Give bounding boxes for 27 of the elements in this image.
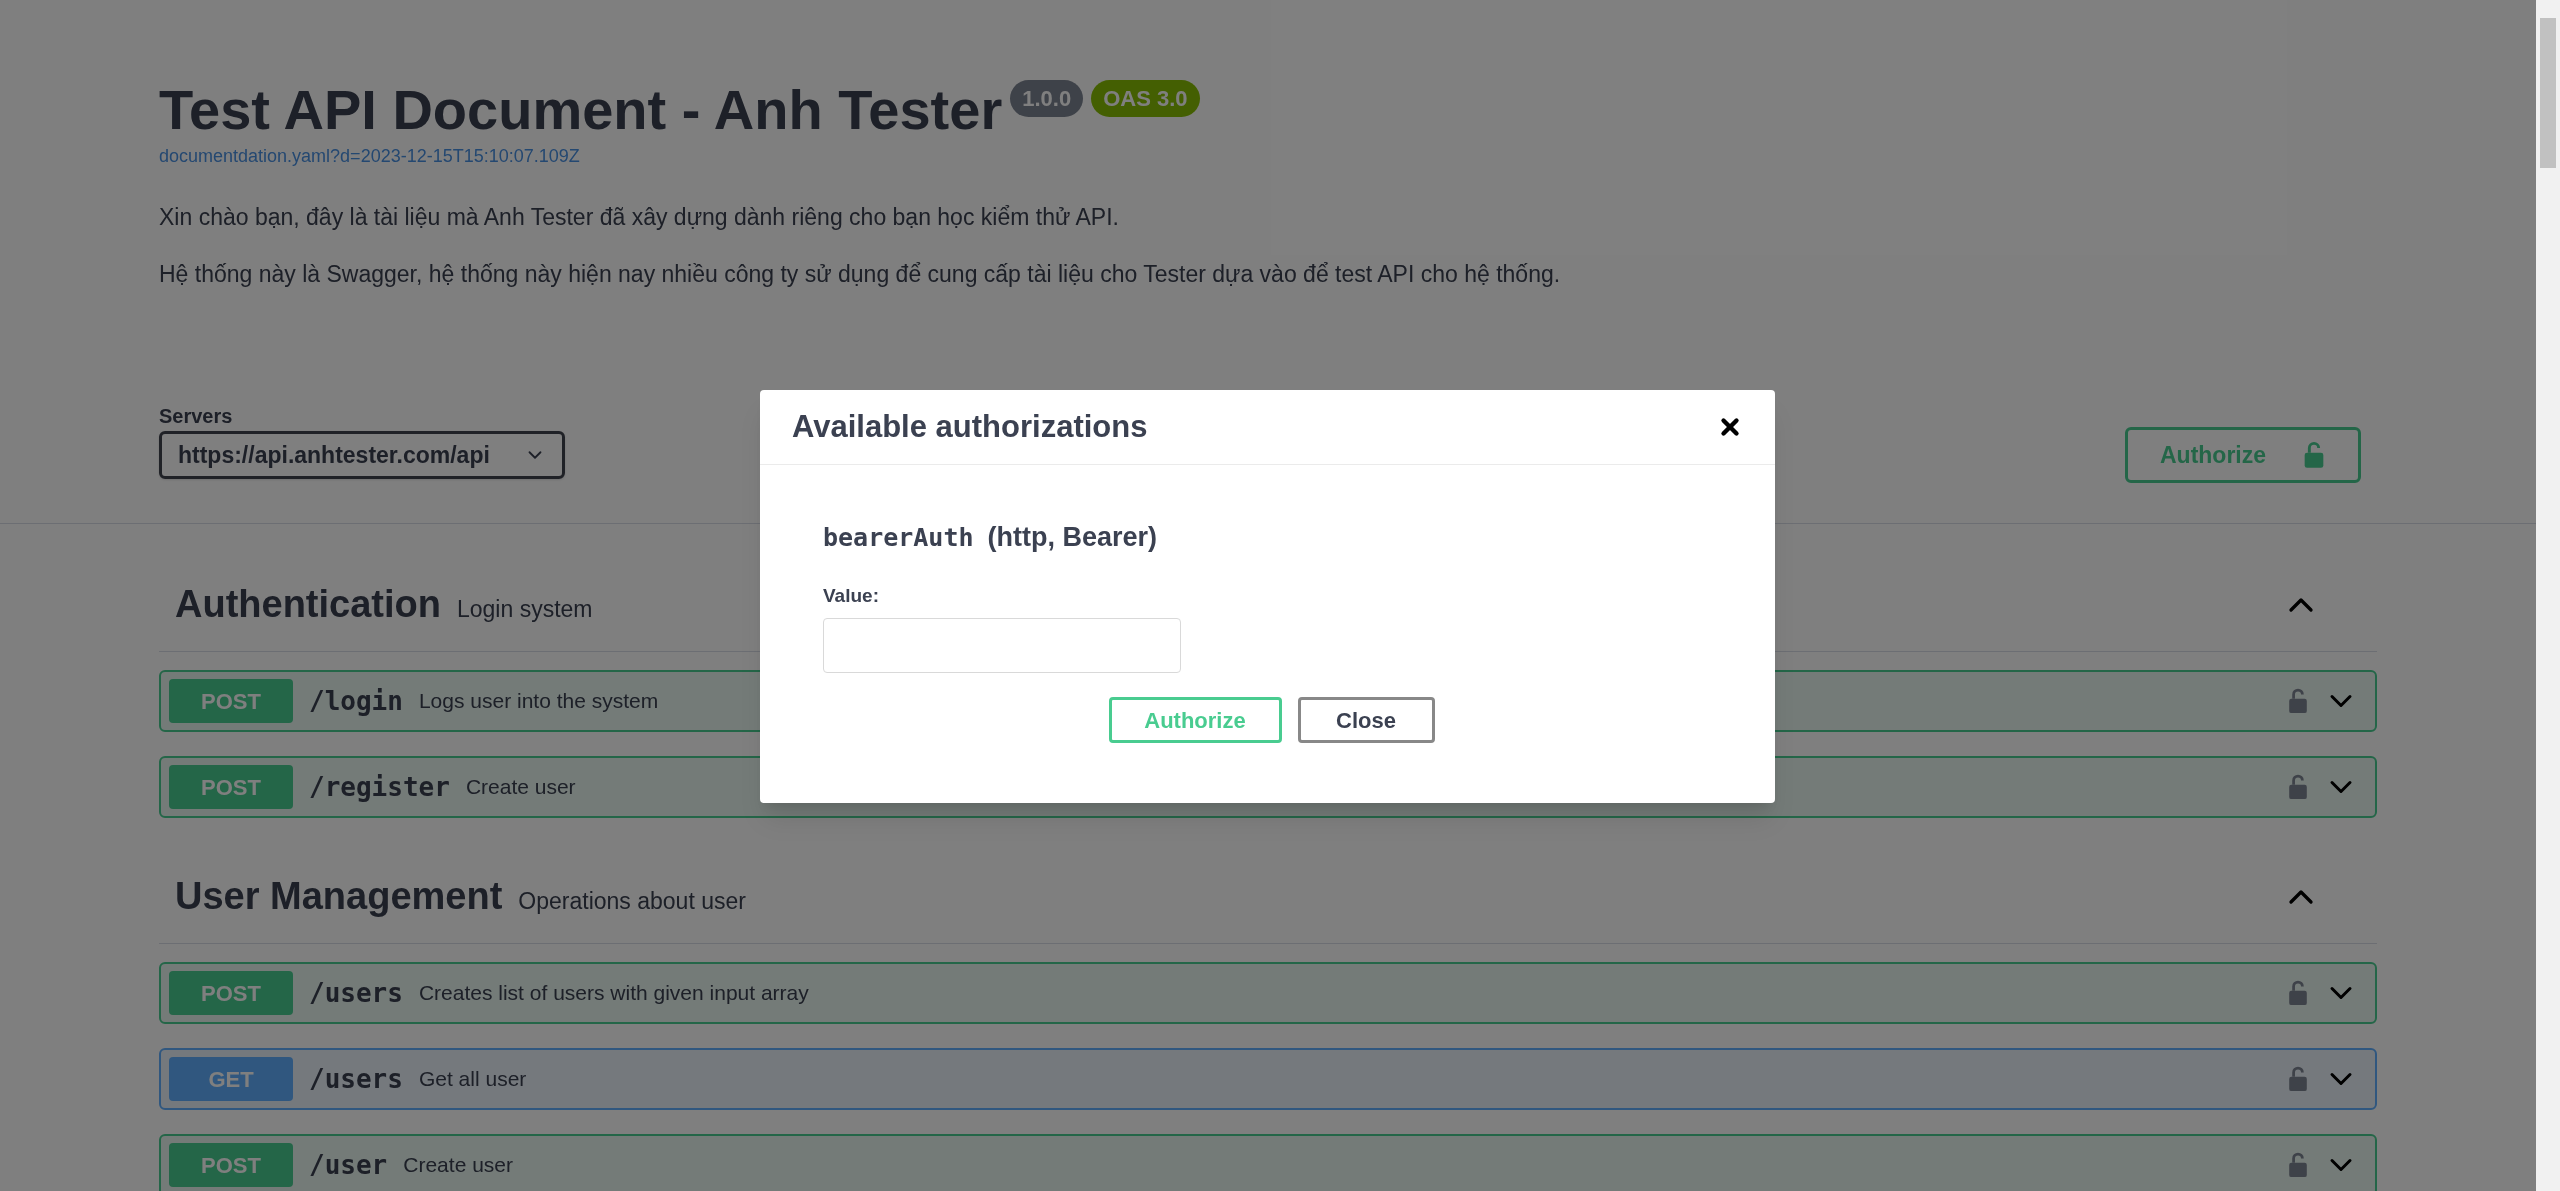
version-badge: 1.0.0 — [1010, 80, 1084, 117]
operation-summary: Get all user — [418, 1066, 527, 1093]
scheme-name: bearerAuth — [823, 522, 974, 554]
oas-badge: OAS 3.0 — [1091, 80, 1200, 117]
value-label: Value: — [823, 583, 880, 608]
method-badge: POST — [169, 765, 293, 810]
operation-path: /login — [309, 684, 403, 718]
method-badge: POST — [169, 1143, 293, 1188]
description-text: Hệ thống này là Swagger, hệ thống này hiện nay nhiều công ty sử dụng để cung cấp tài liệu cho Tester dựa vào để test API cho hệ thống. — [159, 259, 1562, 289]
operation-path: /users — [309, 1062, 403, 1096]
operation-summary: Creates list of users with given input array — [418, 980, 809, 1007]
operation-path: /users — [309, 976, 403, 1010]
operation-summary: Logs user into the system — [418, 688, 659, 715]
tag-description: Operations about user — [518, 887, 746, 917]
operation-path: /user — [309, 1148, 388, 1182]
operation-summary: Create user — [403, 1152, 513, 1179]
method-badge: GET — [169, 1057, 293, 1102]
scheme-type: (http, Bearer) — [987, 521, 1158, 554]
servers-label: Servers — [159, 404, 234, 430]
tag-description: Login system — [457, 595, 593, 625]
method-badge: POST — [169, 679, 293, 724]
operation-path: /register — [309, 770, 450, 804]
method-badge: POST — [169, 971, 293, 1016]
dialog-title: Available authorizations — [792, 407, 1148, 446]
operation-summary: Create user — [465, 774, 576, 801]
description-text: Xin chào bạn, đây là tài liệu mà Anh Tester đã xây dựng dành riêng cho bạn học kiểm thử API. — [159, 203, 1120, 233]
page-title: Test API Document - Anh Tester — [159, 77, 1003, 143]
